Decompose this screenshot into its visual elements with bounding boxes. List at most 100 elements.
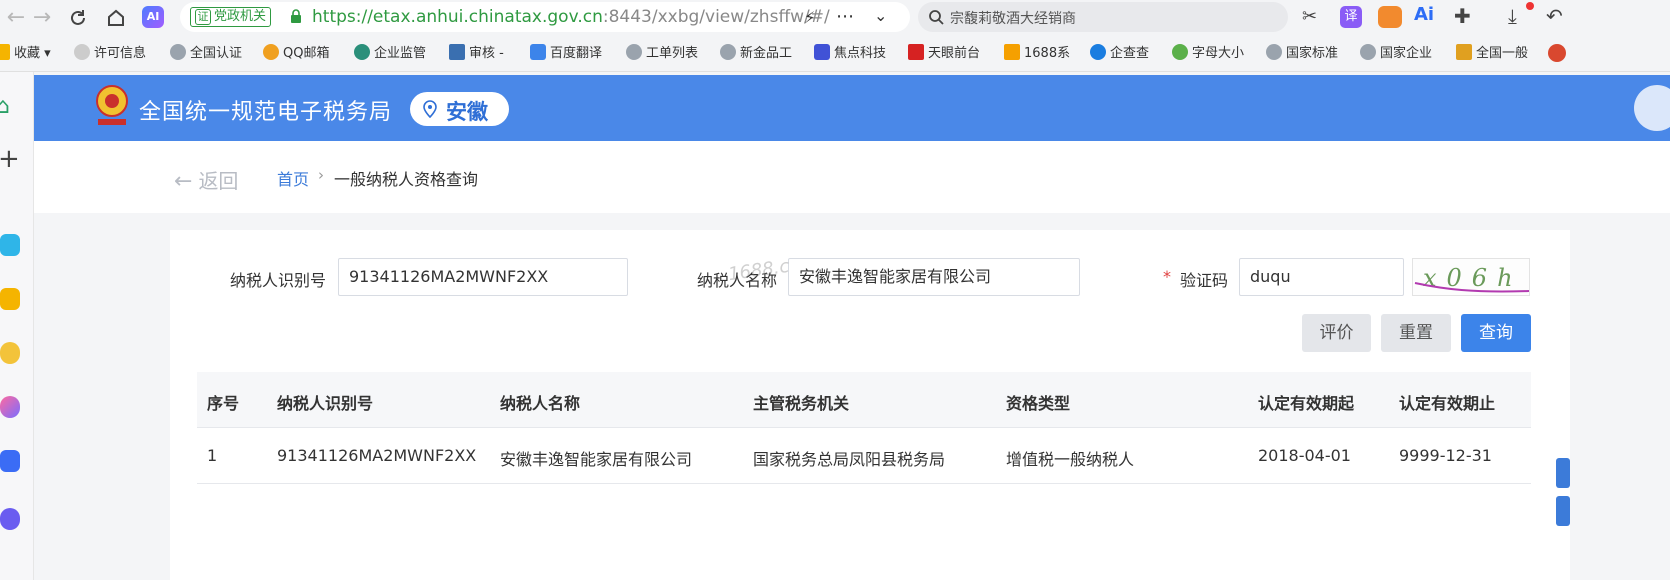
user-avatar[interactable]: [1634, 85, 1670, 131]
bookmark-item[interactable]: 国家企业: [1360, 44, 1432, 64]
globe-icon: [626, 44, 642, 60]
evaluate-button[interactable]: 评价: [1302, 314, 1371, 352]
certificate-icon: 证: [195, 9, 211, 25]
bookmark-item[interactable]: 天眼前台: [908, 44, 980, 64]
home-sidebar-icon[interactable]: ⌂: [0, 94, 10, 119]
column-header: 序号: [207, 394, 240, 413]
bookmark-item[interactable]: 国家标准: [1266, 44, 1338, 64]
game-icon[interactable]: [1378, 6, 1402, 28]
location-pin-icon: [423, 100, 437, 118]
globe-icon: [1266, 44, 1282, 60]
notification-dot: [1526, 2, 1534, 10]
star-icon: [0, 44, 10, 60]
table-header: 序号 纳税人识别号 纳税人名称 主管税务机关 资格类型 认定有效期起 认定有效期…: [197, 372, 1531, 428]
back-label: 返回: [198, 169, 239, 193]
more-icon[interactable]: ⋯: [836, 6, 854, 27]
bookmark-label: 全国一般: [1476, 46, 1529, 61]
captcha-input[interactable]: duqu: [1239, 258, 1404, 296]
table-cell: 增值税一般纳税人: [1006, 450, 1135, 469]
required-mark: *: [1163, 267, 1171, 286]
bookmark-label: 天眼前台: [928, 46, 981, 61]
undo-icon[interactable]: ↶: [1546, 4, 1563, 28]
reload-icon[interactable]: [66, 6, 90, 30]
chat-bot-icon[interactable]: [0, 508, 20, 530]
site-tag-label: 党政机关: [214, 9, 267, 24]
extensions-icon[interactable]: ✚: [1454, 4, 1471, 28]
region-label: 安徽: [446, 100, 488, 124]
more-bookmarks-icon[interactable]: [1548, 44, 1566, 62]
bookmark-label: 国家标准: [1286, 46, 1339, 61]
browser-toolbar: ← → AI 证党政机关 https://etax.anhui.chinatax…: [0, 0, 1670, 36]
bookmark-label: 百度翻译: [550, 46, 603, 61]
back-link[interactable]: ← 返回: [174, 165, 238, 194]
star-app-icon[interactable]: [0, 288, 20, 310]
home-icon[interactable]: [104, 6, 128, 30]
url-text: https://etax.anhui.chinatax.gov.cn:8443/…: [312, 6, 830, 28]
lightning-icon[interactable]: ⚡: [804, 8, 815, 27]
lock-icon: [291, 9, 301, 23]
ai-blue-icon[interactable]: [0, 450, 20, 472]
bookmark-item[interactable]: 焦点科技: [814, 44, 886, 64]
bookmark-favorites[interactable]: 收藏 ▾: [0, 44, 51, 64]
region-selector[interactable]: 安徽: [410, 92, 509, 126]
browser-search-box[interactable]: 宗馥莉敬酒大经销商: [918, 2, 1288, 32]
taxpayer-name-input[interactable]: 安徽丰逸智能家居有限公司: [788, 258, 1080, 296]
bookmark-item[interactable]: 新金品工: [720, 44, 792, 64]
column-header: 认定有效期起: [1258, 394, 1355, 413]
forward-icon[interactable]: →: [30, 6, 54, 30]
bookmark-label: 1688系: [1024, 46, 1071, 61]
site-header: 全国统一规范电子税务局 安徽: [34, 75, 1670, 141]
address-bar[interactable]: 证党政机关 https://etax.anhui.chinatax.gov.cn…: [180, 2, 910, 32]
tianyan-icon: [908, 44, 924, 60]
back-icon[interactable]: ←: [4, 6, 28, 30]
breadcrumb-current: 一般纳税人资格查询: [334, 170, 479, 189]
site-title: 全国统一规范电子税务局: [139, 100, 393, 125]
app-icon-blue[interactable]: [0, 234, 20, 256]
bookmark-item[interactable]: 审核 -: [449, 44, 504, 64]
ai-app-icon[interactable]: [0, 396, 20, 418]
bookmarks-bar: 收藏 ▾ 许可信息 全国认证 QQ邮箱 企业监管 审核 - 百度翻译 工单列表 …: [0, 36, 1670, 72]
add-icon[interactable]: +: [0, 146, 20, 172]
gear-icon: [74, 44, 90, 60]
bookmark-label: QQ邮箱: [283, 46, 330, 61]
bookmark-label: 审核 -: [469, 46, 504, 61]
bookmark-item[interactable]: 全国认证: [170, 44, 242, 64]
table-cell: 9999-12-31: [1399, 446, 1492, 465]
bookmark-item[interactable]: 工单列表: [626, 44, 698, 64]
bookmark-item[interactable]: 企查查: [1090, 44, 1149, 64]
chevron-down-icon[interactable]: ⌄: [874, 6, 887, 25]
translate-icon: [530, 44, 546, 60]
translate-icon[interactable]: 译: [1340, 6, 1362, 28]
captcha-image[interactable]: x06h: [1412, 258, 1530, 296]
robot-icon[interactable]: [0, 342, 20, 364]
taxpayer-id-input[interactable]: 91341126MA2MWNF2XX: [338, 258, 628, 296]
search-text: 宗馥莉敬酒大经销商: [950, 11, 1076, 27]
globe-icon: [1360, 44, 1376, 60]
bookmark-label: 新金品工: [740, 46, 793, 61]
table-cell: 安徽丰逸智能家居有限公司: [500, 450, 693, 469]
focus-tech-icon: [814, 44, 830, 60]
breadcrumb: ← 返回 首页 › 一般纳税人资格查询: [34, 141, 1670, 213]
floating-widget-icon[interactable]: [1552, 452, 1570, 532]
bookmark-label: 收藏: [14, 46, 41, 61]
column-header: 认定有效期止: [1399, 394, 1496, 413]
bookmark-item[interactable]: 1688系: [1004, 44, 1070, 64]
ai-assistant-icon[interactable]: Ai: [1414, 4, 1434, 25]
search-icon: [929, 10, 944, 25]
table-row[interactable]: 1 91341126MA2MWNF2XX 安徽丰逸智能家居有限公司 国家税务总局…: [197, 428, 1531, 484]
query-button[interactable]: 查询: [1461, 314, 1531, 352]
bookmark-item[interactable]: 百度翻译: [530, 44, 602, 64]
bookmark-item[interactable]: 许可信息: [74, 44, 146, 64]
tax-emblem-logo: [96, 85, 128, 125]
scissors-icon[interactable]: ✂: [1302, 6, 1317, 27]
ai-icon[interactable]: AI: [142, 6, 164, 28]
bookmark-label: 字母大小: [1192, 46, 1245, 61]
bookmark-item[interactable]: 全国一般: [1456, 44, 1528, 64]
globe-icon: [170, 44, 186, 60]
download-icon[interactable]: ⤓: [1508, 4, 1517, 28]
breadcrumb-home-link[interactable]: 首页: [277, 166, 309, 190]
reset-button[interactable]: 重置: [1381, 314, 1451, 352]
bookmark-item[interactable]: 企业监管: [354, 44, 426, 64]
bookmark-item[interactable]: 字母大小: [1172, 44, 1244, 64]
bookmark-item[interactable]: QQ邮箱: [263, 44, 329, 64]
